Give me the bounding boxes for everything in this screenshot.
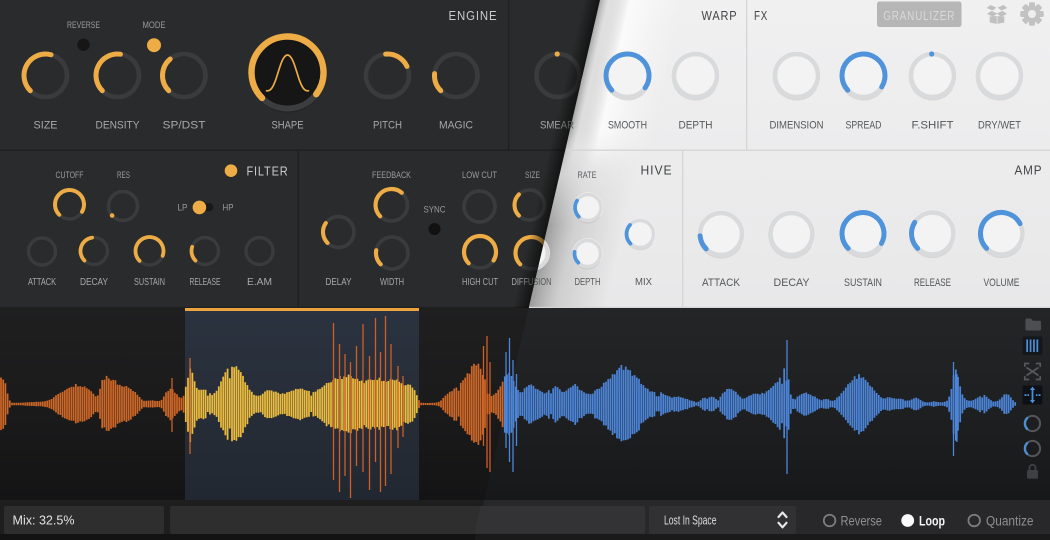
svg-text:MIX: MIX — [635, 277, 652, 288]
svg-text:VOLUME: VOLUME — [984, 277, 1020, 289]
svg-text:SPREAD: SPREAD — [846, 119, 882, 131]
svg-text:RELEASE: RELEASE — [914, 277, 951, 289]
svg-text:RATE: RATE — [578, 170, 597, 180]
svg-text:DIMENSION: DIMENSION — [770, 119, 824, 131]
svg-text:SUSTAIN: SUSTAIN — [844, 277, 882, 289]
svg-text:FX: FX — [754, 8, 768, 23]
svg-text:SMOOTH: SMOOTH — [608, 119, 647, 131]
svg-text:Lost In Space: Lost In Space — [664, 513, 717, 527]
svg-text:Quantize: Quantize — [986, 513, 1034, 528]
svg-text:DECAY: DECAY — [774, 277, 811, 289]
svg-text:DRY/WET: DRY/WET — [978, 119, 1021, 131]
svg-text:Mix: 32.5%: Mix: 32.5% — [13, 513, 75, 528]
svg-text:GRANULIZER: GRANULIZER — [883, 9, 955, 23]
svg-text:DEPTH: DEPTH — [575, 277, 601, 288]
svg-text:ATTACK: ATTACK — [702, 277, 741, 289]
svg-text:HIVE: HIVE — [641, 163, 673, 178]
svg-text:WARP: WARP — [702, 8, 738, 23]
svg-text:Reverse: Reverse — [841, 513, 883, 528]
svg-text:AMP: AMP — [1015, 163, 1043, 178]
svg-text:F.SHIFT: F.SHIFT — [912, 119, 954, 131]
svg-text:Loop: Loop — [919, 513, 945, 528]
svg-text:DEPTH: DEPTH — [679, 119, 713, 131]
